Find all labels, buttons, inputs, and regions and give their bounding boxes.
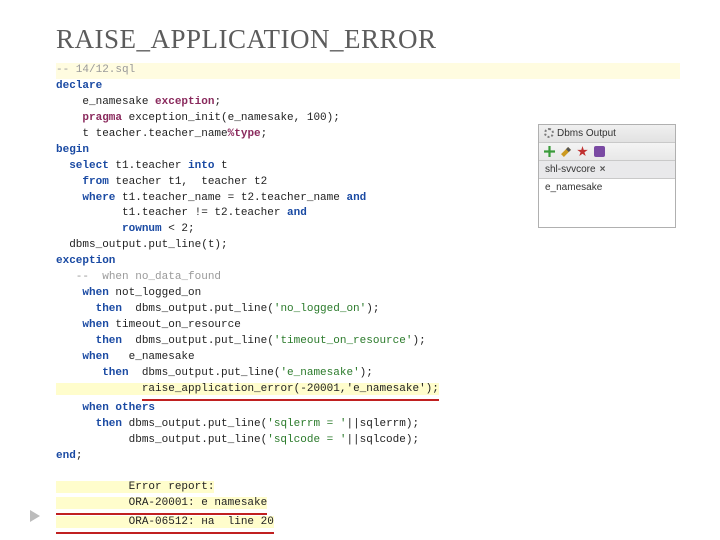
dbms-output-panel: Dbms Output shl-svvcore× e_namesake: [538, 124, 676, 228]
error-report-header: Error report:: [56, 481, 214, 493]
ora-20001: ORA-20001: e namesake: [56, 496, 267, 515]
ora-06512: ORA-06512: на line 20: [56, 515, 274, 534]
panel-tab[interactable]: shl-svvcore×: [539, 161, 675, 179]
panel-title: Dbms Output: [539, 125, 675, 143]
bullet-icon: [30, 510, 40, 522]
panel-toolbar: [539, 143, 675, 161]
panel-content: e_namesake: [539, 179, 675, 227]
close-icon[interactable]: ×: [600, 164, 606, 175]
edit-icon[interactable]: [561, 147, 571, 157]
add-icon[interactable]: [544, 146, 555, 157]
clear-icon[interactable]: [577, 146, 588, 157]
save-icon[interactable]: [594, 146, 605, 157]
gear-icon: [544, 128, 554, 138]
slide-title: RAISE_APPLICATION_ERROR: [56, 24, 680, 55]
raise-app-error-call: raise_application_error(-20001,'e_namesa…: [142, 382, 439, 401]
file-comment: -- 14/12.sql: [56, 64, 135, 76]
